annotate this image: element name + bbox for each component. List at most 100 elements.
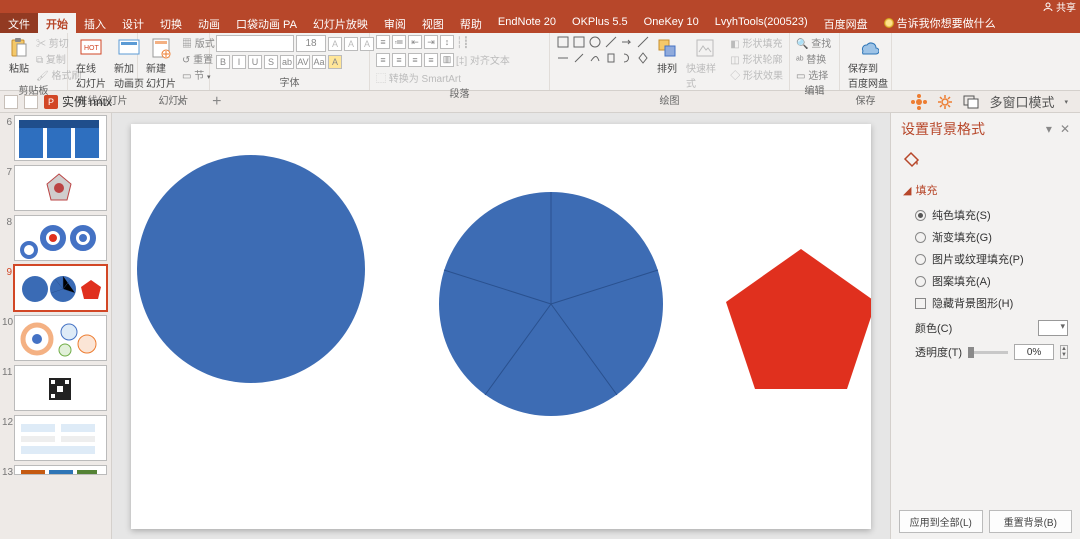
- align-right-button: ≡: [408, 53, 422, 67]
- new-tab-button[interactable]: +: [212, 93, 221, 111]
- radio-icon: [915, 232, 926, 243]
- thumbnail-11[interactable]: [14, 365, 107, 411]
- reset-bg-button[interactable]: 重置背景(B): [989, 510, 1073, 533]
- tab-lvyh[interactable]: LvyhTools(200523): [707, 13, 816, 33]
- tab-help[interactable]: 帮助: [452, 13, 490, 33]
- select-button[interactable]: ▭ 选择: [796, 67, 831, 82]
- transparency-slider[interactable]: [968, 351, 1008, 354]
- strike-button: S: [264, 55, 278, 69]
- quick-styles-button: 快速样式: [684, 35, 726, 92]
- online-slides-button[interactable]: HOT 在线 幻灯片: [74, 35, 108, 92]
- new-slide-button[interactable]: 新建 幻灯片: [144, 35, 178, 92]
- indent-inc-button: ⇥: [424, 35, 438, 49]
- arrange-icon: [656, 37, 678, 59]
- tab-endnote[interactable]: EndNote 20: [490, 13, 564, 33]
- thumbnail-7[interactable]: [14, 165, 107, 211]
- new-slide-icon: [150, 37, 172, 59]
- align-text-button: [‡] 对齐文本: [456, 52, 510, 67]
- shapes-gallery[interactable]: [556, 35, 650, 65]
- opt-pattern-fill[interactable]: 图案填充(A): [903, 270, 1068, 292]
- main-area: 6 7 8 9 10 11 12 13: [0, 113, 1080, 539]
- tab-review[interactable]: 审阅: [376, 13, 414, 33]
- tab-onekey[interactable]: OneKey 10: [636, 13, 707, 33]
- opt-gradient-fill[interactable]: 渐变填充(G): [903, 226, 1068, 248]
- gear-icon[interactable]: [937, 94, 953, 110]
- fill-tab-icon[interactable]: [901, 149, 921, 169]
- slide[interactable]: [131, 124, 871, 529]
- multi-window-caret[interactable]: ▾: [1064, 98, 1068, 106]
- powerpoint-icon: P: [44, 95, 58, 109]
- shape-outline-button: ◫ 形状轮廓: [730, 51, 783, 66]
- close-tab-button[interactable]: ✕: [176, 95, 186, 109]
- transparency-spinner[interactable]: ▲▼: [1060, 345, 1068, 359]
- shape-effects-button: ◇ 形状效果: [730, 67, 783, 82]
- tab-file[interactable]: 文件: [0, 13, 38, 33]
- font-size-combo: 18: [296, 35, 326, 52]
- shape-pentagon[interactable]: [726, 249, 871, 389]
- tab-transitions[interactable]: 切换: [152, 13, 190, 33]
- align-center-button: ≡: [392, 53, 406, 67]
- ribbon: 粘贴 ✂ 剪切 ⧉ 复制 🖌 格式刷 剪贴板 HOT 在线 幻灯片 新加: [0, 33, 1080, 91]
- tab-view[interactable]: 视图: [414, 13, 452, 33]
- slide-content: [131, 124, 871, 529]
- tell-me-label: 告诉我你想要做什么: [897, 15, 996, 31]
- justify-button: ≡: [424, 53, 438, 67]
- thumbnail-10[interactable]: [14, 315, 107, 361]
- tab-pocket-pa[interactable]: 口袋动画 PA: [228, 13, 305, 33]
- opt-solid-fill[interactable]: 纯色填充(S): [903, 204, 1068, 226]
- save-baidu-button[interactable]: 保存到 百度网盘: [846, 35, 890, 92]
- apply-all-button[interactable]: 应用到全部(L): [899, 510, 983, 533]
- opt-hide-bg-graphics[interactable]: 隐藏背景图形(H): [903, 292, 1068, 314]
- thumbnail-13[interactable]: [14, 465, 107, 475]
- multi-window-label[interactable]: 多窗口模式: [989, 92, 1054, 111]
- document-tab[interactable]: P 实例 nntx ✕: [44, 93, 186, 110]
- checkbox-icon: [915, 298, 926, 309]
- tab-okplus[interactable]: OKPlus 5.5: [564, 13, 636, 33]
- tab-home[interactable]: 开始: [38, 13, 76, 33]
- tab-slideshow[interactable]: 幻灯片放映: [305, 13, 376, 33]
- tab-baidu[interactable]: 百度网盘: [816, 13, 876, 33]
- thumbnail-6[interactable]: [14, 115, 107, 161]
- flower-icon[interactable]: [911, 94, 927, 110]
- find-button[interactable]: 🔍 查找: [796, 35, 831, 50]
- ribbon-tabs: 文件 开始 插入 设计 切换 动画 口袋动画 PA 幻灯片放映 审阅 视图 帮助…: [0, 13, 1080, 33]
- tell-me[interactable]: 告诉我你想要做什么: [876, 13, 996, 33]
- tab-design[interactable]: 设计: [114, 13, 152, 33]
- transparency-value[interactable]: 0%: [1014, 344, 1054, 360]
- fill-section-header[interactable]: ◢ 填充: [903, 182, 1068, 198]
- panel-close-button[interactable]: ✕: [1060, 122, 1070, 136]
- share-label: 共享: [1056, 0, 1076, 14]
- panel-dropdown-button[interactable]: ▾: [1046, 122, 1052, 136]
- qat-button-2[interactable]: [24, 95, 38, 109]
- group-save: 保存到 百度网盘 保存: [840, 33, 892, 90]
- align-left-button: ≡: [376, 53, 390, 67]
- arrange-button[interactable]: 排列: [654, 35, 680, 77]
- spacing-button: AV: [296, 55, 310, 69]
- slide-canvas-area[interactable]: [112, 113, 890, 539]
- radio-icon: [915, 276, 926, 287]
- shape-circle-solid[interactable]: [137, 155, 365, 383]
- thumbnail-8[interactable]: [14, 215, 107, 261]
- paste-icon: [8, 37, 30, 59]
- color-picker[interactable]: [1038, 320, 1068, 336]
- italic-button: I: [232, 55, 246, 69]
- opt-picture-fill[interactable]: 图片或纹理填充(P): [903, 248, 1068, 270]
- group-drawing: 排列 快速样式 ◧ 形状填充 ◫ 形状轮廓 ◇ 形状效果 绘图: [550, 33, 790, 90]
- qat-button-1[interactable]: [4, 95, 18, 109]
- share-icon: [1043, 2, 1053, 12]
- group-online: HOT 在线 幻灯片 新加 动画页 在线幻灯片: [68, 33, 138, 90]
- format-background-panel: 设置背景格式 ▾ ✕ ◢ 填充 纯色填充(S) 渐变填充(G) 图片或纹理填充(…: [890, 113, 1080, 539]
- underline-button: U: [248, 55, 262, 69]
- paste-button[interactable]: 粘贴: [6, 35, 32, 77]
- group-paragraph: ≡ ≔ ⇤ ⇥ ↕ ┆┋ ≡ ≡ ≡ ≡ ▥ [‡] 对齐文本 ⬚ 转换为 Sm…: [370, 33, 550, 90]
- window-icon[interactable]: [963, 94, 979, 110]
- radio-icon: [915, 254, 926, 265]
- tab-insert[interactable]: 插入: [76, 13, 114, 33]
- thumbnail-9[interactable]: [14, 265, 107, 311]
- thumbnail-12[interactable]: [14, 415, 107, 461]
- shape-circle-segmented[interactable]: [439, 192, 663, 416]
- replace-button[interactable]: ᵃᵇ 替换: [796, 51, 831, 66]
- share-button[interactable]: 共享: [1043, 0, 1076, 14]
- decrease-font-button: A: [344, 37, 358, 51]
- tab-animations[interactable]: 动画: [190, 13, 228, 33]
